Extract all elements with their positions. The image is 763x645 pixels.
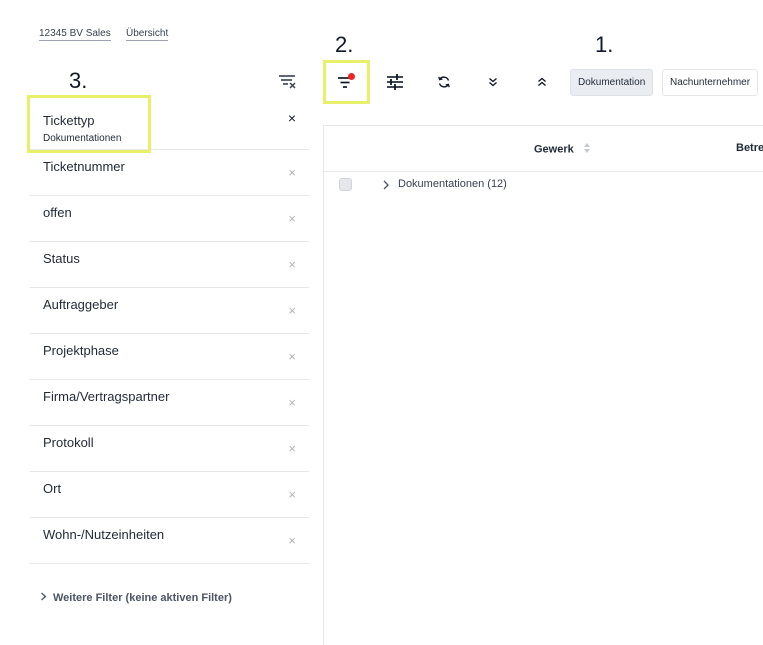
filter-row-ort[interactable]: Ort × (30, 472, 309, 518)
filter-row-auftraggeber[interactable]: Auftraggeber × (30, 288, 309, 334)
remove-filter-icon[interactable]: × (288, 396, 296, 409)
refresh-icon (438, 76, 450, 88)
remove-filter-icon[interactable]: × (288, 442, 296, 455)
column-header-label: Betre (736, 142, 763, 154)
filter-label: Ticketnummer (43, 159, 125, 174)
chevron-right-icon (40, 592, 47, 604)
more-filters-toggle[interactable]: Weitere Filter (keine aktiven Filter) (40, 592, 232, 604)
remove-filter-icon[interactable]: × (288, 488, 296, 501)
tab-dokumentation[interactable]: Dokumentation (570, 69, 654, 96)
active-filter-indicator (348, 73, 355, 80)
table-header: Gewerk Betre (324, 125, 763, 172)
sort-icon[interactable] (583, 142, 591, 157)
column-header-betreff[interactable]: Betre (736, 142, 763, 154)
annotation-one: 1. (595, 32, 614, 57)
filter-label: Tickettyp (43, 113, 95, 128)
filter-row-ticketnummer[interactable]: Ticketnummer × (30, 150, 309, 196)
filter-label: Firma/Vertragspartner (43, 389, 170, 404)
more-filters-label: Weitere Filter (keine aktiven Filter) (53, 592, 232, 604)
filter-row-projektphase[interactable]: Projektphase × (30, 334, 309, 380)
breadcrumb-overview[interactable]: Übersicht (126, 28, 169, 41)
remove-filter-icon[interactable]: × (288, 258, 296, 271)
annotation-two: 2. (335, 32, 354, 57)
filter-button[interactable] (331, 70, 359, 94)
filter-row-status[interactable]: Status × (30, 242, 309, 288)
filter-label: Protokoll (43, 435, 94, 450)
filter-label: Projektphase (43, 343, 119, 358)
annotation-three: 3. (69, 68, 88, 93)
collapse-all-button[interactable] (528, 70, 556, 94)
table-row: Dokumentationen (12) (324, 172, 763, 198)
filter-row-offen[interactable]: offen × (30, 196, 309, 242)
filter-label: Status (43, 251, 80, 266)
column-header-label: Gewerk (534, 143, 574, 156)
filter-row-firma[interactable]: Firma/Vertragspartner × (30, 380, 309, 426)
remove-filter-icon[interactable]: × (288, 534, 296, 547)
breadcrumb-project[interactable]: 12345 BV Sales (39, 28, 111, 41)
filter-row-tickettyp[interactable]: Tickettyp Dokumentationen × (30, 104, 309, 150)
tab-nachunternehmer[interactable]: Nachunternehmer (662, 69, 759, 96)
row-checkbox[interactable] (339, 178, 352, 191)
filter-list: Tickettyp Dokumentationen × Ticketnummer… (30, 104, 309, 564)
clear-filters-button[interactable] (276, 72, 298, 92)
remove-filter-icon[interactable]: × (288, 350, 296, 363)
sliders-icon (387, 74, 403, 90)
filter-row-protokoll[interactable]: Protokoll × (30, 426, 309, 472)
remove-filter-icon[interactable]: × (288, 212, 296, 225)
chevron-right-icon[interactable] (380, 178, 392, 190)
column-header-gewerk[interactable]: Gewerk (534, 142, 591, 157)
filter-value: Dokumentationen (43, 133, 122, 144)
expand-all-button[interactable] (479, 70, 507, 94)
filter-label: Auftraggeber (43, 297, 119, 312)
remove-filter-icon[interactable]: × (288, 304, 296, 317)
column-settings-button[interactable] (381, 70, 409, 94)
refresh-button[interactable] (430, 70, 458, 94)
panel-divider (323, 125, 324, 645)
remove-filter-icon[interactable]: × (288, 111, 296, 125)
filter-label: Wohn-/Nutzeinheiten (43, 527, 165, 542)
double-chevron-down-icon (489, 77, 497, 87)
remove-filter-icon[interactable]: × (288, 166, 296, 179)
filter-clear-icon (279, 75, 296, 89)
filter-row-wohneinheiten[interactable]: Wohn-/Nutzeinheiten × (30, 518, 309, 564)
filter-label: offen (43, 205, 72, 220)
group-label[interactable]: Dokumentationen (12) (398, 178, 507, 190)
filter-label: Ort (43, 481, 62, 496)
double-chevron-up-icon (538, 77, 546, 87)
